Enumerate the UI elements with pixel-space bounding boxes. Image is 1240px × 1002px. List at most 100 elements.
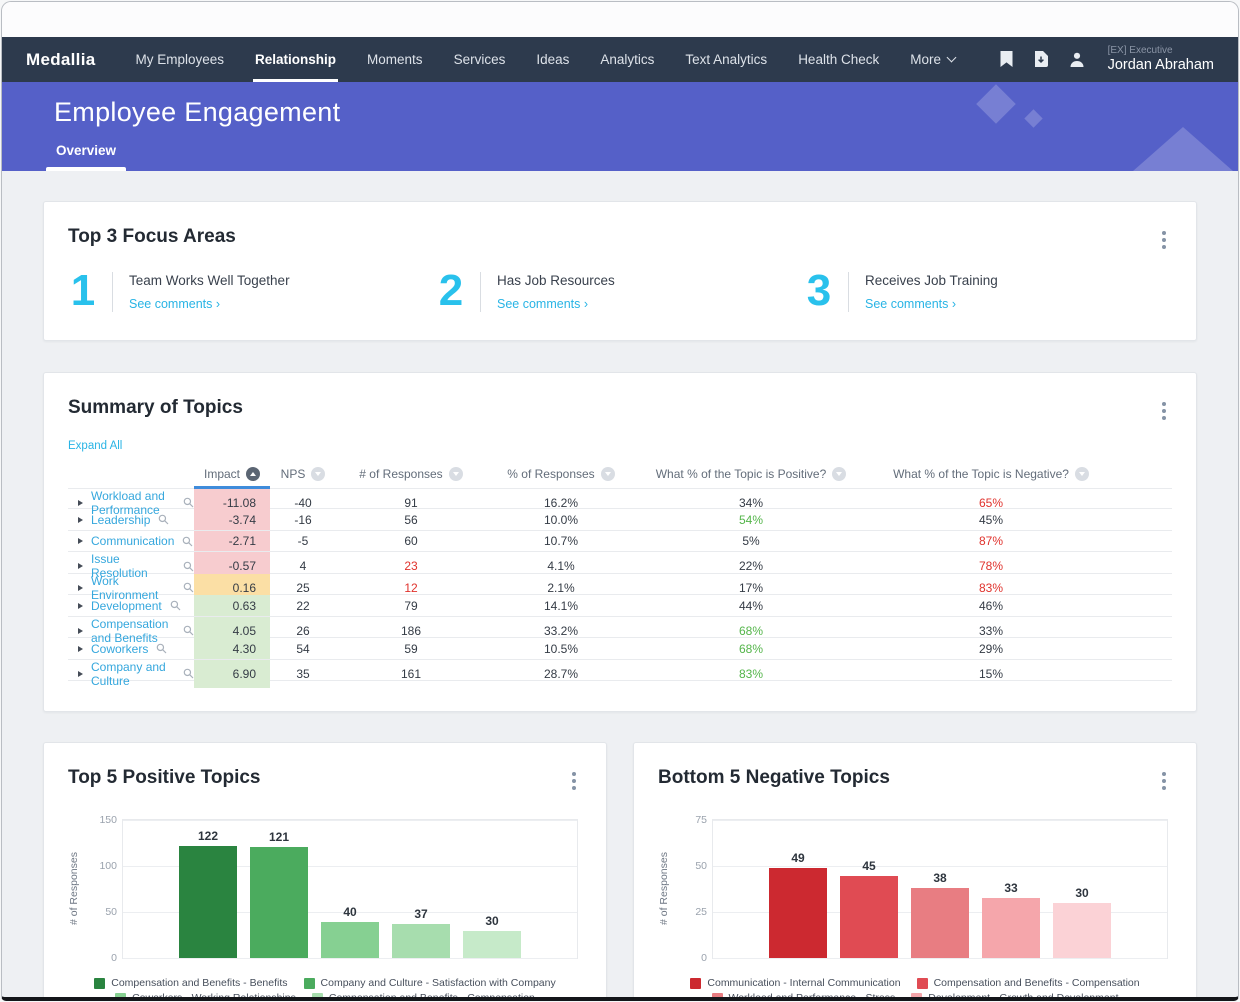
nps-value: 22 bbox=[296, 598, 310, 613]
topic-link-company-and-culture[interactable]: Company and Culture bbox=[91, 660, 175, 688]
bar-compensation-and-benefits-benefits[interactable]: 122 bbox=[179, 829, 237, 959]
magnifier-icon[interactable] bbox=[183, 625, 194, 636]
nav-item-services[interactable]: Services bbox=[452, 37, 508, 82]
sort-icon[interactable] bbox=[1074, 466, 1089, 481]
column-header-what-of-the-topic-is-positive[interactable]: What % of the Topic is Positive? bbox=[636, 466, 866, 481]
legend-swatch bbox=[115, 992, 127, 997]
export-icon[interactable] bbox=[1034, 51, 1048, 68]
nav-item-more[interactable]: More bbox=[908, 37, 957, 82]
topic-cell: Coworkers bbox=[68, 642, 194, 656]
legend-item-communication-internal-communication[interactable]: Communication - Internal Communication bbox=[690, 977, 901, 989]
magnifier-icon[interactable] bbox=[183, 561, 194, 572]
user-menu[interactable]: [EX] Executive Jordan Abraham bbox=[1108, 45, 1214, 73]
legend-label: Compensation and Benefits - Benefits bbox=[111, 977, 288, 990]
expand-caret-icon[interactable] bbox=[78, 538, 83, 545]
magnifier-icon[interactable] bbox=[183, 497, 194, 508]
tab-overview[interactable]: Overview bbox=[56, 143, 116, 158]
sort-icon[interactable] bbox=[600, 466, 615, 481]
chart-kebab-menu[interactable] bbox=[1156, 767, 1172, 795]
expand-caret-icon[interactable] bbox=[78, 602, 83, 609]
column-header-of-responses[interactable]: % of Responses bbox=[486, 466, 636, 481]
column-header-nps[interactable]: NPS bbox=[270, 466, 336, 481]
nav-item-relationship[interactable]: Relationship bbox=[253, 37, 339, 82]
sort-icon[interactable] bbox=[448, 466, 463, 481]
bar-value-label: 37 bbox=[414, 907, 428, 922]
negative-pct-value: 45% bbox=[978, 512, 1004, 527]
legend-item-compensation-and-benefits-compensation[interactable]: Compensation and Benefits - Compensation bbox=[916, 977, 1140, 990]
expand-caret-icon[interactable] bbox=[78, 516, 83, 523]
summary-kebab-menu[interactable] bbox=[1156, 397, 1172, 425]
sort-asc-icon[interactable] bbox=[246, 466, 260, 481]
magnifier-icon[interactable] bbox=[158, 514, 169, 525]
column-header-what-of-the-topic-is-negative[interactable]: What % of the Topic is Negative? bbox=[866, 466, 1116, 481]
chevron-down-icon bbox=[946, 52, 957, 63]
magnifier-icon[interactable] bbox=[183, 668, 194, 679]
user-icon[interactable] bbox=[1069, 51, 1085, 68]
bar-leadership-satisfaction-with-leadership[interactable]: 30 bbox=[463, 914, 521, 959]
legend-item-compensation-and-benefits-benefits[interactable]: Compensation and Benefits - Benefits bbox=[94, 977, 288, 990]
expand-caret-icon[interactable] bbox=[78, 563, 83, 570]
focus-areas-card: Top 3 Focus Areas 1 Team Works Well Toget… bbox=[43, 201, 1197, 341]
charts-row: Top 5 Positive Topics # of Responses 150 10… bbox=[43, 742, 1197, 997]
nav-item-ideas[interactable]: Ideas bbox=[534, 37, 571, 82]
bookmark-icon[interactable] bbox=[1000, 51, 1013, 68]
bar-compensation-and-benefits-compensation[interactable]: 45 bbox=[840, 859, 898, 959]
topic-cell: Company and Culture bbox=[68, 660, 194, 688]
sort-icon[interactable] bbox=[311, 466, 326, 481]
nav-item-my-employees[interactable]: My Employees bbox=[133, 37, 226, 82]
legend-item-company-and-culture-satisfaction-with-company[interactable]: Company and Culture - Satisfaction with … bbox=[303, 977, 556, 989]
magnifier-icon[interactable] bbox=[170, 600, 181, 611]
magnifier-icon[interactable] bbox=[156, 643, 167, 654]
bar-workload-and-performance-stress[interactable]: 38 bbox=[911, 871, 969, 959]
expand-caret-icon[interactable] bbox=[78, 670, 83, 677]
legend-item-development-growth-and-development[interactable]: Development - Growth and Development bbox=[911, 992, 1118, 997]
column-header-impact[interactable]: Impact bbox=[194, 466, 270, 489]
topic-link-development[interactable]: Development bbox=[91, 599, 162, 613]
nav-item-text-analytics[interactable]: Text Analytics bbox=[683, 37, 769, 82]
positive-pct-value: 54% bbox=[738, 512, 764, 527]
column-header-of-responses[interactable]: # of Responses bbox=[336, 466, 486, 481]
magnifier-icon[interactable] bbox=[182, 536, 193, 547]
medallia-logo[interactable]: Medallia bbox=[26, 50, 95, 70]
nav-item-moments[interactable]: Moments bbox=[365, 37, 425, 82]
see-comments-link[interactable]: See comments › bbox=[129, 297, 290, 311]
chart-kebab-menu[interactable] bbox=[566, 767, 582, 795]
legend-item-compensation-and-benefits-compensation[interactable]: Compensation and Benefits - Compensation bbox=[311, 992, 535, 997]
bar-communication-internal-communication[interactable]: 49 bbox=[769, 851, 827, 959]
bar-compensation-and-benefits-compensation[interactable]: 37 bbox=[392, 907, 450, 959]
app-window: Medallia My Employees Relationship Moments… bbox=[1, 1, 1239, 1001]
positive-topics-chart-card: Top 5 Positive Topics # of Responses 150 10… bbox=[43, 742, 607, 997]
topic-cell: Communication bbox=[68, 534, 194, 548]
nps-value: 26 bbox=[296, 623, 310, 638]
topic-link-leadership[interactable]: Leadership bbox=[91, 513, 150, 527]
expand-caret-icon[interactable] bbox=[78, 499, 83, 506]
legend-label: Compensation and Benefits - Compensation bbox=[933, 977, 1140, 990]
nav-item-analytics[interactable]: Analytics bbox=[598, 37, 656, 82]
focus-areas-kebab-menu[interactable] bbox=[1156, 226, 1172, 254]
y-tick-label: 50 bbox=[695, 860, 707, 873]
expand-caret-icon[interactable] bbox=[78, 627, 83, 634]
nav-item-health-check[interactable]: Health Check bbox=[796, 37, 881, 82]
nav-item-label: Health Check bbox=[798, 52, 880, 67]
bar-representative-communication-skills[interactable]: 30 bbox=[1053, 886, 1111, 959]
focus-topic-label: Receives Job Training bbox=[865, 273, 998, 288]
see-comments-link[interactable]: See comments › bbox=[497, 297, 615, 311]
focus-topic-label: Team Works Well Together bbox=[129, 273, 290, 288]
positive-pct-value: 17% bbox=[738, 580, 764, 595]
page-title: Employee Engagement bbox=[54, 97, 341, 127]
legend-swatch bbox=[711, 992, 723, 997]
expand-caret-icon[interactable] bbox=[78, 584, 83, 591]
sort-icon[interactable] bbox=[832, 466, 847, 481]
magnifier-icon[interactable] bbox=[183, 582, 194, 593]
impact-value: 4.30 bbox=[194, 638, 270, 659]
see-comments-link[interactable]: See comments › bbox=[865, 297, 998, 311]
expand-caret-icon[interactable] bbox=[78, 645, 83, 652]
legend-item-coworkers-working-relationships[interactable]: Coworkers - Working Relationships bbox=[115, 992, 296, 997]
bar-development-growth-and-development[interactable]: 33 bbox=[982, 881, 1040, 959]
legend-item-workload-and-performance-stress[interactable]: Workload and Performance - Stress bbox=[711, 992, 895, 997]
bar-company-and-culture-satisfaction-with-company[interactable]: 121 bbox=[250, 830, 308, 959]
topic-link-coworkers[interactable]: Coworkers bbox=[91, 642, 148, 656]
bar-coworkers-working-relationships[interactable]: 40 bbox=[321, 905, 379, 959]
expand-all-link[interactable]: Expand All bbox=[68, 440, 122, 452]
topic-link-communication[interactable]: Communication bbox=[91, 534, 174, 548]
